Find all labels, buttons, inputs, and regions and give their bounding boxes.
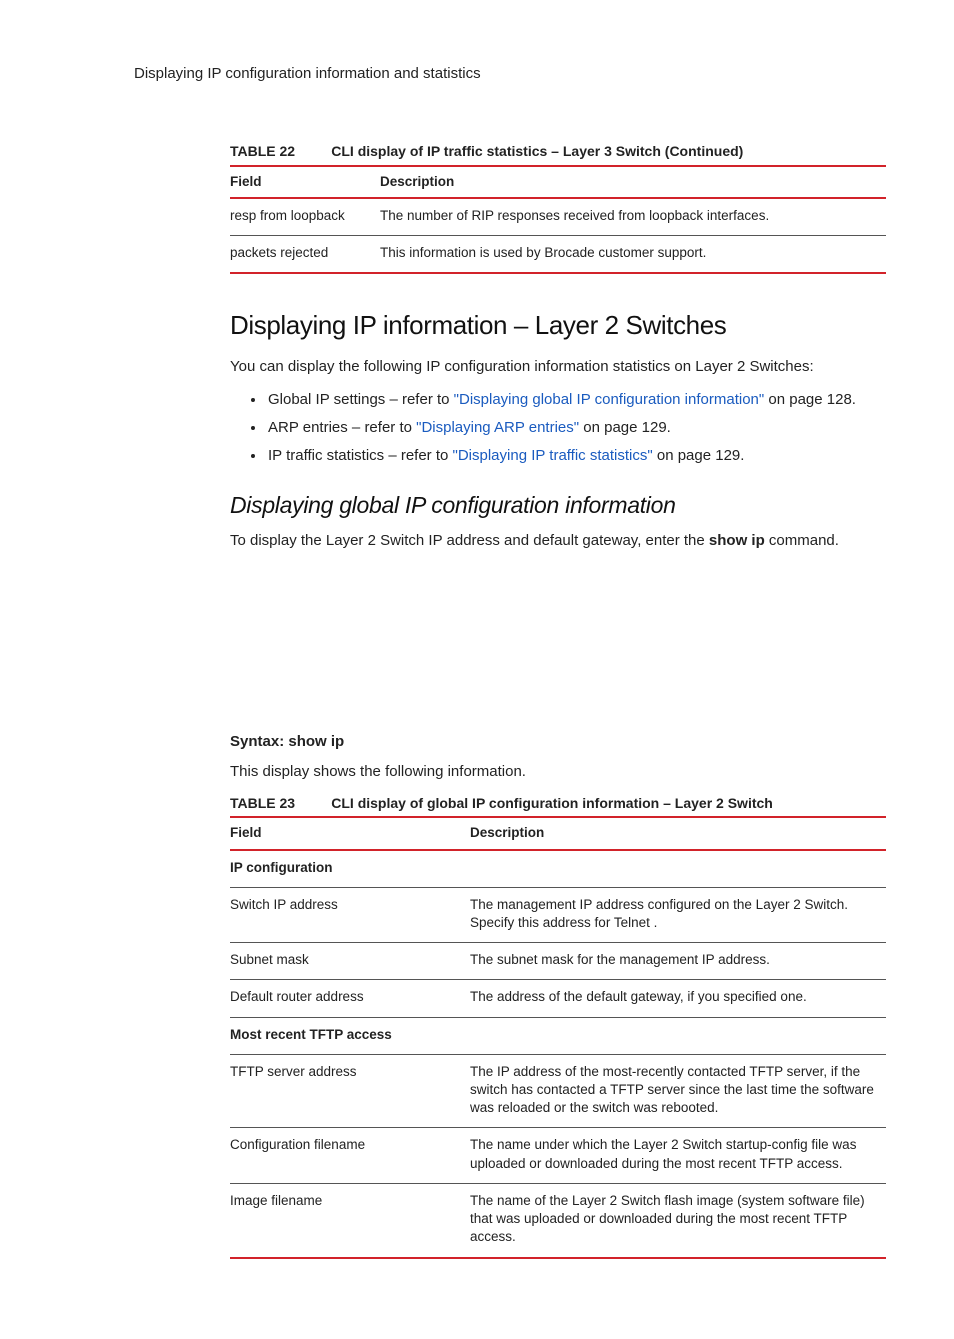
table-cell-field: packets rejected [230,235,380,273]
after-syntax: This display shows the following informa… [230,762,886,782]
para-post: command. [765,532,839,549]
table-cell-field: Default router address [230,980,470,1017]
table23: Field Description IP configuration Switc… [230,816,886,1258]
syntax-line: Syntax: show ip [230,732,886,752]
table22-head-desc: Description [380,166,886,198]
table-cell-desc: The name under which the Layer 2 Switch … [470,1128,886,1183]
table-section-cell: Most recent TFTP access [230,1017,470,1054]
bullet-post: on page 128. [764,391,856,408]
subsection-para: To display the Layer 2 Switch IP address… [230,531,886,551]
table-row: IP configuration [230,850,886,888]
table-row: Image filename The name of the Layer 2 S… [230,1183,886,1257]
list-item: ARP entries – refer to "Displaying ARP e… [266,418,886,438]
bullet-post: on page 129. [579,419,671,436]
running-head: Displaying IP configuration information … [134,64,886,84]
subsection-heading: Displaying global IP configuration infor… [230,490,886,521]
table-cell-field: Subnet mask [230,943,470,980]
table-section-cell: IP configuration [230,850,470,888]
table-row: Configuration filename The name under wh… [230,1128,886,1183]
section-intro: You can display the following IP configu… [230,357,886,377]
table-row: Default router address The address of th… [230,980,886,1017]
list-item: Global IP settings – refer to "Displayin… [266,390,886,410]
table-row: Subnet mask The subnet mask for the mana… [230,943,886,980]
command-text: show ip [709,532,765,549]
table-cell-field: resp from loopback [230,198,380,236]
syntax-label: Syntax: [230,733,284,750]
list-item: IP traffic statistics – refer to "Displa… [266,446,886,466]
bullet-list: Global IP settings – refer to "Displayin… [230,390,886,467]
bullet-pre: ARP entries – refer to [268,419,416,436]
table-row: TFTP server address The IP address of th… [230,1054,886,1128]
para-pre: To display the Layer 2 Switch IP address… [230,532,709,549]
table-row: Most recent TFTP access [230,1017,886,1054]
table-cell-desc: The name of the Layer 2 Switch flash ima… [470,1183,886,1257]
table-cell-desc: The subnet mask for the management IP ad… [470,943,886,980]
table22-head-field: Field [230,166,380,198]
table23-head-desc: Description [470,817,886,849]
table22-title: CLI display of IP traffic statistics – L… [331,143,743,159]
page: Displaying IP configuration information … [0,0,954,1339]
bullet-post: on page 129. [653,447,745,464]
table-cell-field: Configuration filename [230,1128,470,1183]
table23-caption: TABLE 23 CLI display of global IP config… [230,794,886,814]
cross-ref-link[interactable]: "Displaying global IP configuration info… [454,391,765,408]
table-cell-field: Switch IP address [230,887,470,942]
cross-ref-link[interactable]: "Displaying IP traffic statistics" [453,447,653,464]
table-cell-field: TFTP server address [230,1054,470,1128]
syntax-cmd: show ip [284,733,344,750]
table23-title: CLI display of global IP configuration i… [331,795,773,811]
table-cell-desc [470,1017,886,1054]
table22-label: TABLE 22 [230,143,295,159]
cross-ref-link[interactable]: "Displaying ARP entries" [416,419,579,436]
table-cell-desc: This information is used by Brocade cust… [380,235,886,273]
table22: Field Description resp from loopback The… [230,165,886,275]
table-cell-desc: The management IP address configured on … [470,887,886,942]
table-cell-desc [470,850,886,888]
table-cell-desc: The number of RIP responses received fro… [380,198,886,236]
table22-caption: TABLE 22 CLI display of IP traffic stati… [230,142,886,162]
table-cell-field: Image filename [230,1183,470,1257]
table-cell-desc: The IP address of the most-recently cont… [470,1054,886,1128]
table-row: Switch IP address The management IP addr… [230,887,886,942]
table-row: packets rejected This information is use… [230,235,886,273]
section-heading: Displaying IP information – Layer 2 Swit… [230,308,886,343]
table23-label: TABLE 23 [230,795,295,811]
bullet-pre: Global IP settings – refer to [268,391,454,408]
table-cell-desc: The address of the default gateway, if y… [470,980,886,1017]
table23-head-field: Field [230,817,470,849]
bullet-pre: IP traffic statistics – refer to [268,447,453,464]
table-row: resp from loopback The number of RIP res… [230,198,886,236]
